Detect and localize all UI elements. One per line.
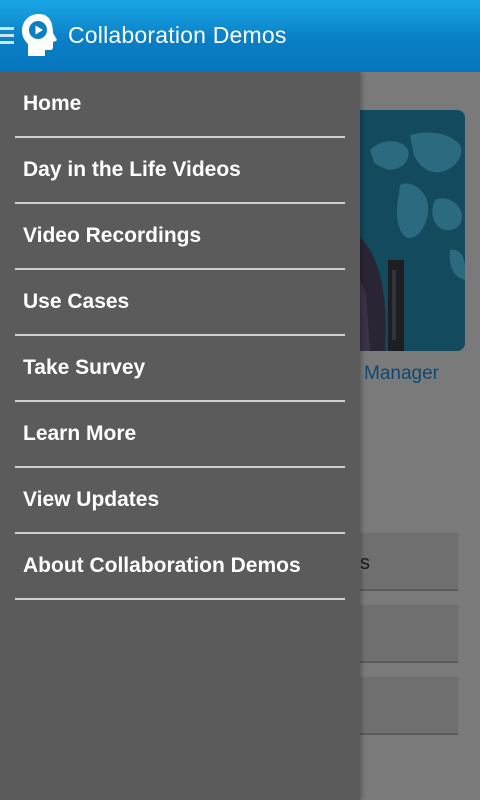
drawer-item-home[interactable]: Home: [15, 72, 345, 138]
drawer-item-label: About Collaboration Demos: [23, 554, 301, 577]
drawer-item-label: Video Recordings: [23, 224, 202, 247]
drawer-item-label: Use Cases: [23, 290, 130, 313]
head-play-logo-icon[interactable]: [19, 12, 59, 58]
drawer-item-video-recordings[interactable]: Video Recordings: [15, 204, 345, 270]
drawer-item-take-survey[interactable]: Take Survey: [15, 336, 345, 402]
drawer-item-use-cases[interactable]: Use Cases: [15, 270, 345, 336]
drawer-item-label: Take Survey: [23, 356, 146, 379]
background-button-label: s: [360, 552, 370, 574]
drawer-menu: Home Day in the Life Videos Video Recordin…: [0, 72, 360, 600]
navigation-drawer: Home Day in the Life Videos Video Recordin…: [0, 72, 360, 800]
card-caption: Manager: [364, 363, 439, 384]
app-title: Collaboration Demos: [68, 22, 287, 48]
drawer-item-label: Learn More: [23, 422, 137, 445]
hamburger-icon[interactable]: [0, 27, 14, 45]
app-bar: Collaboration Demos: [0, 0, 480, 72]
screen: Collaboration Demos Manager s Home Day i…: [0, 0, 480, 800]
drawer-item-view-updates[interactable]: View Updates: [15, 468, 345, 534]
drawer-item-about-collaboration-demos[interactable]: About Collaboration Demos: [15, 534, 345, 600]
drawer-item-label: View Updates: [23, 488, 160, 511]
drawer-item-label: Day in the Life Videos: [23, 158, 241, 181]
drawer-item-label: Home: [23, 92, 82, 115]
drawer-item-day-in-the-life-videos[interactable]: Day in the Life Videos: [15, 138, 345, 204]
drawer-item-learn-more[interactable]: Learn More: [15, 402, 345, 468]
